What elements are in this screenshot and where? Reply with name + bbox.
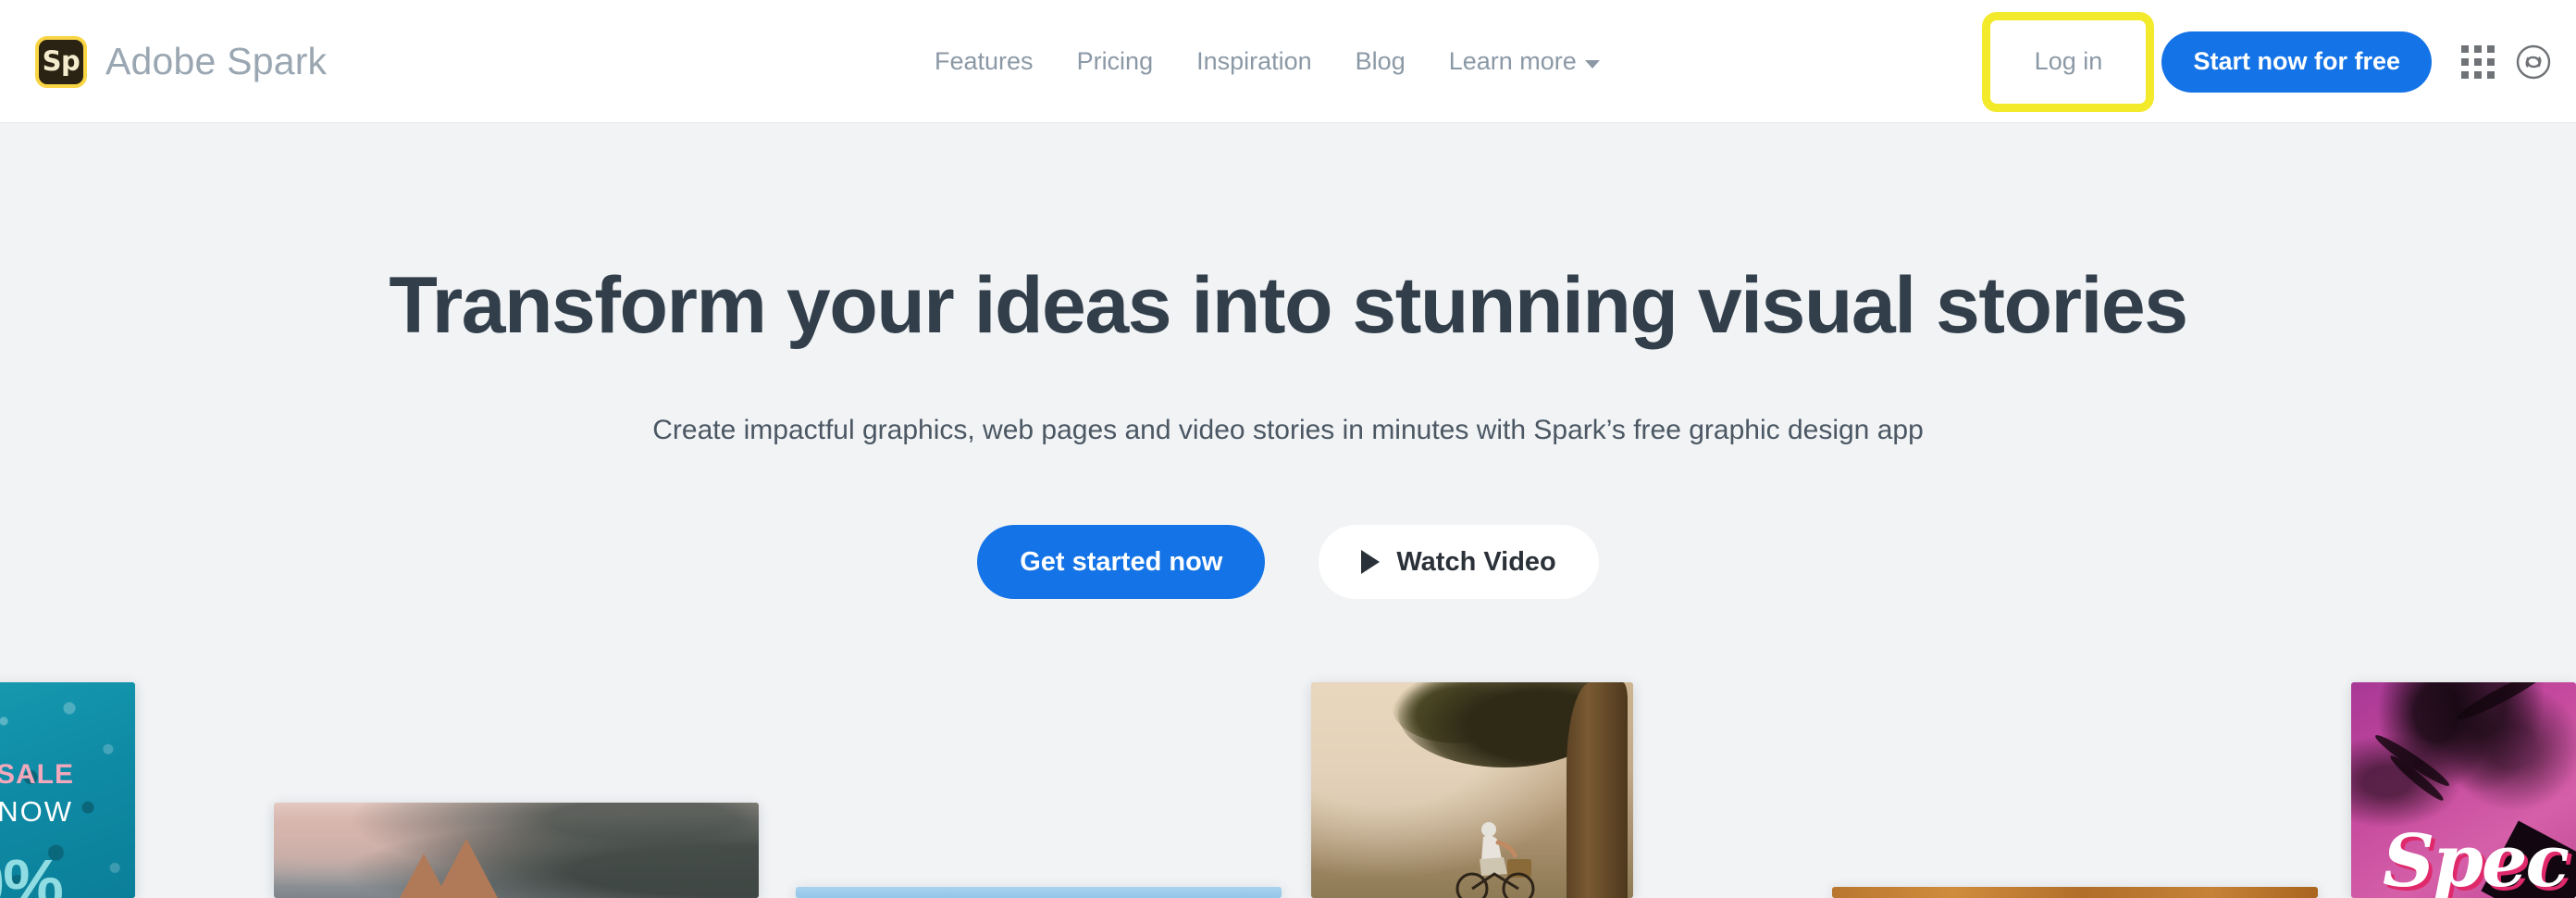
- nav-label: Learn more: [1448, 47, 1577, 75]
- nav-item-pricing[interactable]: Pricing: [1077, 47, 1154, 76]
- brand-name: Adobe Spark: [105, 40, 328, 82]
- logo-glyph: Sp: [42, 45, 80, 77]
- nav-item-inspiration[interactable]: Inspiration: [1196, 47, 1312, 76]
- light-blue-card[interactable]: [796, 887, 1282, 898]
- creative-cloud-button[interactable]: [2515, 44, 2552, 81]
- header-actions: Log in Start now for free: [1982, 0, 2552, 123]
- start-now-for-free-button[interactable]: Start now for free: [2161, 31, 2432, 93]
- watch-video-label: Watch Video: [1396, 546, 1556, 577]
- cyclist-photo-card[interactable]: [1311, 682, 1633, 898]
- watch-video-button[interactable]: Watch Video: [1319, 525, 1599, 599]
- wood-fill: [1832, 887, 2318, 898]
- page-title: Transform your ideas into stunning visua…: [389, 261, 2188, 350]
- sale-subline: S NOW: [0, 795, 74, 828]
- nav-label: Pricing: [1076, 47, 1154, 75]
- creative-cloud-icon: [2516, 44, 2551, 79]
- nav-item-blog[interactable]: Blog: [1356, 47, 1406, 76]
- login-highlight-box: Log in: [1982, 11, 2155, 112]
- nav-label: Inspiration: [1196, 47, 1312, 75]
- login-button[interactable]: Log in: [2035, 47, 2103, 76]
- tree-trunk: [1567, 682, 1628, 898]
- cyclist-figure: [1455, 822, 1535, 898]
- nav-item-learn-more[interactable]: Learn more: [1449, 47, 1600, 76]
- site-header: Sp Adobe Spark Features Pricing Inspirat…: [0, 0, 2576, 123]
- play-triangle-icon: [1361, 550, 1381, 574]
- special-script-text: Spec: [2383, 819, 2570, 898]
- hero-cta-group: Get started now Watch Video: [0, 525, 2576, 599]
- sunset-sky: [274, 803, 759, 898]
- sale-discount: 0%: [0, 845, 64, 898]
- special-offer-card[interactable]: Spec: [2351, 682, 2576, 898]
- chevron-down-icon: [1584, 59, 1600, 69]
- nav-label: Features: [935, 47, 1034, 75]
- hero-section: Transform your ideas into stunning visua…: [0, 123, 2576, 682]
- blue-fill: [796, 887, 1282, 898]
- sale-headline: R SALE: [0, 759, 75, 790]
- sale-promo-card[interactable]: R SALE S NOW 0%: [0, 682, 135, 898]
- nav-label: Blog: [1355, 47, 1406, 75]
- adobe-spark-logo: Sp: [35, 35, 87, 88]
- nav-item-features[interactable]: Features: [935, 47, 1034, 76]
- grid-3x3-icon: [2461, 44, 2495, 79]
- primary-nav: Features Pricing Inspiration Blog Learn …: [935, 0, 1600, 123]
- brand-home-link[interactable]: Sp Adobe Spark: [35, 0, 327, 123]
- hero-subtitle: Create impactful graphics, web pages and…: [652, 415, 1924, 445]
- get-started-button[interactable]: Get started now: [977, 525, 1266, 599]
- app-grid-button[interactable]: [2432, 44, 2495, 79]
- mountain-peak: [435, 839, 498, 898]
- mountain-sunset-card[interactable]: [274, 803, 759, 898]
- wood-tone-card[interactable]: [1832, 887, 2318, 898]
